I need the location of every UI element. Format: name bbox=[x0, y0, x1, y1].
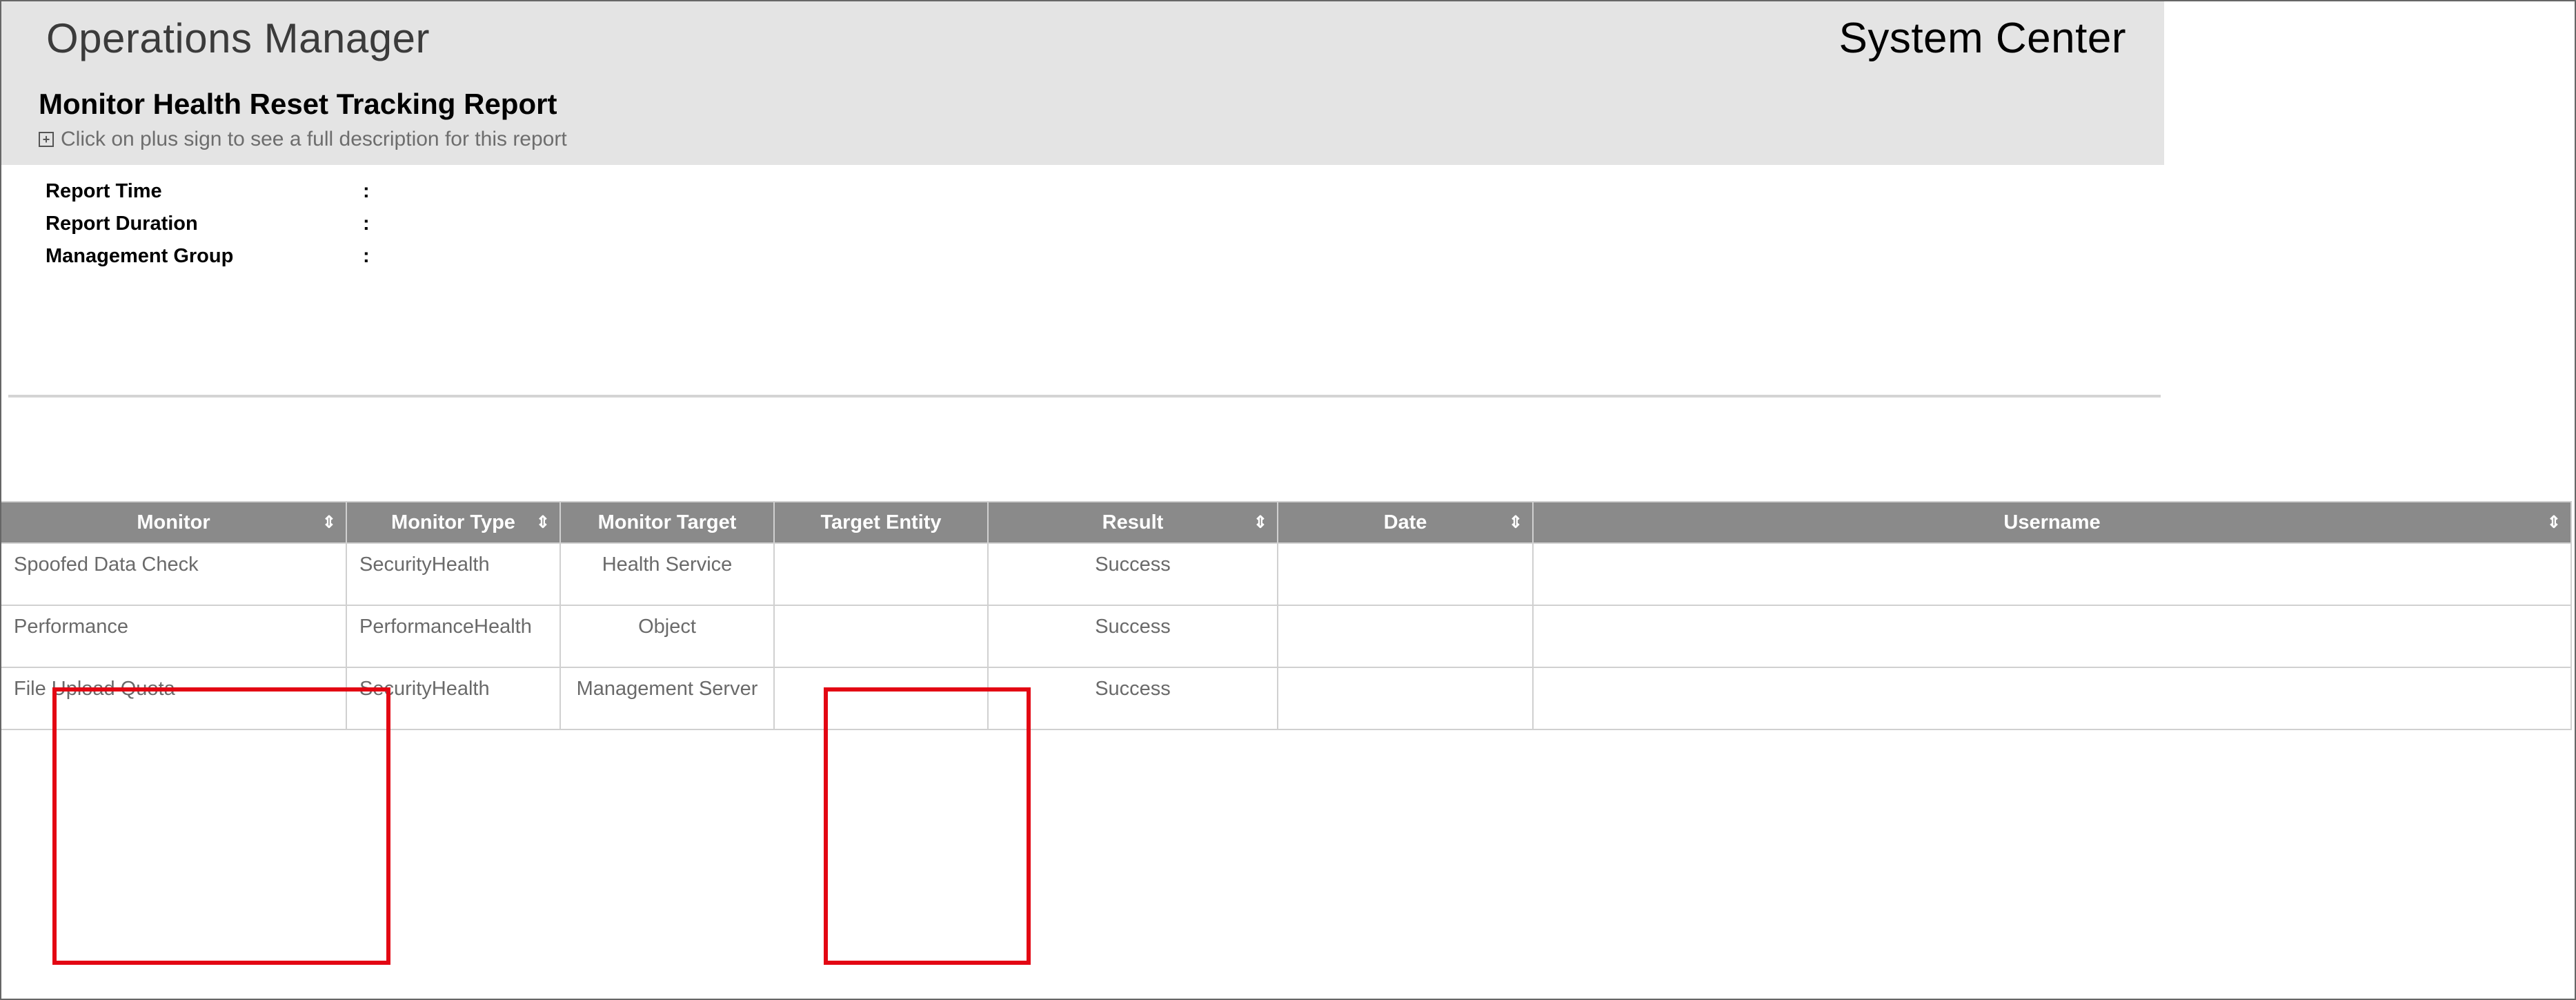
cell-monitor-target: Health Service bbox=[560, 543, 774, 605]
report-banner: Operations Manager System Center Monitor… bbox=[1, 1, 2164, 165]
meta-colon: : bbox=[363, 180, 377, 203]
col-header-date[interactable]: Date ⇕ bbox=[1278, 502, 1533, 543]
sort-icon[interactable]: ⇕ bbox=[536, 513, 550, 533]
report-meta: Report Time : Report Duration : Manageme… bbox=[1, 165, 2575, 284]
banner-top: Operations Manager System Center bbox=[1, 1, 2164, 67]
table-row: File Upload Quota SecurityHealth Managem… bbox=[1, 667, 2571, 729]
report-description-row: + Click on plus sign to see a full descr… bbox=[39, 128, 2139, 151]
col-header-label: Monitor Type bbox=[391, 511, 515, 533]
col-header-label: Monitor bbox=[137, 511, 210, 533]
meta-row-report-time: Report Time : bbox=[46, 180, 2530, 203]
expand-plus-icon[interactable]: + bbox=[39, 132, 54, 147]
col-header-label: Monitor Target bbox=[598, 511, 737, 533]
divider bbox=[8, 395, 2161, 398]
app-name-right: System Center bbox=[1839, 14, 2126, 63]
table-header-row: Monitor ⇕ Monitor Type ⇕ Monitor Target … bbox=[1, 502, 2571, 543]
cell-date bbox=[1278, 543, 1533, 605]
cell-target-entity bbox=[774, 543, 988, 605]
sort-icon[interactable]: ⇕ bbox=[1509, 513, 1523, 533]
report-window: Operations Manager System Center Monitor… bbox=[0, 0, 2576, 1000]
col-header-monitor[interactable]: Monitor ⇕ bbox=[1, 502, 346, 543]
table-row: Performance PerformanceHealth Object Suc… bbox=[1, 605, 2571, 667]
cell-monitor: Performance bbox=[1, 605, 346, 667]
col-header-monitor-target[interactable]: Monitor Target bbox=[560, 502, 774, 543]
cell-date bbox=[1278, 605, 1533, 667]
cell-monitor-target: Object bbox=[560, 605, 774, 667]
cell-date bbox=[1278, 667, 1533, 729]
meta-colon: : bbox=[363, 245, 377, 268]
col-header-username[interactable]: Username ⇕ bbox=[1533, 502, 2571, 543]
data-table: Monitor ⇕ Monitor Type ⇕ Monitor Target … bbox=[1, 501, 2572, 730]
data-table-wrap: Monitor ⇕ Monitor Type ⇕ Monitor Target … bbox=[1, 501, 2571, 730]
report-title: Monitor Health Reset Tracking Report bbox=[39, 88, 2139, 121]
cell-monitor: Spoofed Data Check bbox=[1, 543, 346, 605]
col-header-target-entity[interactable]: Target Entity bbox=[774, 502, 988, 543]
cell-target-entity bbox=[774, 667, 988, 729]
meta-label-mgmt-group: Management Group bbox=[46, 245, 363, 268]
meta-row-mgmt-group: Management Group : bbox=[46, 245, 2530, 268]
col-header-label: Date bbox=[1384, 511, 1427, 533]
cell-result: Success bbox=[988, 605, 1278, 667]
cell-monitor-type: PerformanceHealth bbox=[346, 605, 560, 667]
cell-monitor: File Upload Quota bbox=[1, 667, 346, 729]
report-description-hint: Click on plus sign to see a full descrip… bbox=[61, 128, 567, 151]
sort-icon[interactable]: ⇕ bbox=[322, 513, 336, 533]
cell-username bbox=[1533, 543, 2571, 605]
cell-monitor-target: Management Server bbox=[560, 667, 774, 729]
app-name-left: Operations Manager bbox=[46, 14, 430, 62]
cell-monitor-type: SecurityHealth bbox=[346, 667, 560, 729]
col-header-label: Username bbox=[2003, 511, 2100, 533]
banner-sub: Monitor Health Reset Tracking Report + C… bbox=[1, 67, 2164, 165]
sort-icon[interactable]: ⇕ bbox=[1254, 513, 1267, 533]
sort-icon[interactable]: ⇕ bbox=[2547, 513, 2561, 533]
cell-username bbox=[1533, 667, 2571, 729]
table-row: Spoofed Data Check SecurityHealth Health… bbox=[1, 543, 2571, 605]
cell-result: Success bbox=[988, 543, 1278, 605]
meta-label-report-time: Report Time bbox=[46, 180, 363, 203]
col-header-result[interactable]: Result ⇕ bbox=[988, 502, 1278, 543]
cell-username bbox=[1533, 605, 2571, 667]
cell-monitor-type: SecurityHealth bbox=[346, 543, 560, 605]
cell-target-entity bbox=[774, 605, 988, 667]
col-header-label: Target Entity bbox=[820, 511, 941, 533]
cell-result: Success bbox=[988, 667, 1278, 729]
col-header-label: Result bbox=[1102, 511, 1164, 533]
meta-label-report-duration: Report Duration bbox=[46, 213, 363, 235]
meta-row-report-duration: Report Duration : bbox=[46, 213, 2530, 235]
col-header-monitor-type[interactable]: Monitor Type ⇕ bbox=[346, 502, 560, 543]
meta-colon: : bbox=[363, 213, 377, 235]
